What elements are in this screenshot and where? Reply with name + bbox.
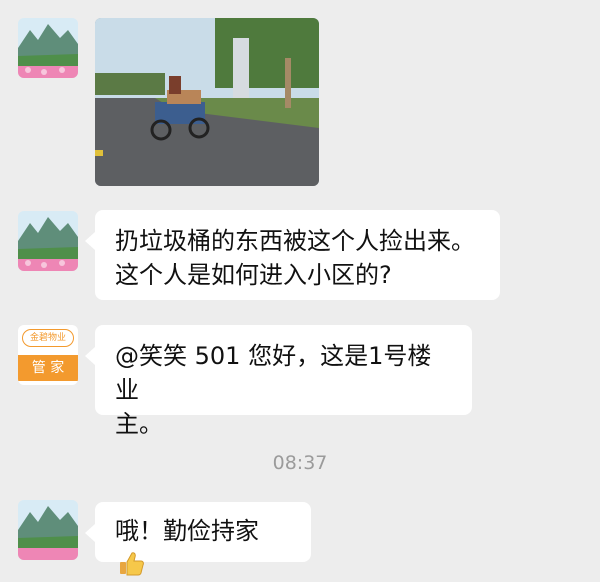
sender-avatar[interactable]	[18, 18, 78, 78]
manager-label: 管 家	[18, 355, 78, 381]
message-bubble[interactable]: 哦！勤俭持家	[85, 502, 311, 576]
message-line: 扔垃圾桶的东西被这个人捡出来。	[115, 227, 475, 255]
message-bubble[interactable]: 扔垃圾桶的东西被这个人捡出来。 这个人是如何进入小区的?	[85, 210, 500, 300]
message-bubble[interactable]: @笑笑 501 您好，这是1号楼业 主。	[85, 325, 472, 438]
landscape-avatar-image	[18, 500, 78, 560]
property-manager-avatar[interactable]: 金碧物业 管 家	[18, 325, 78, 385]
landscape-avatar-image	[18, 211, 78, 271]
shared-photo[interactable]	[95, 18, 319, 186]
message-text: 哦！勤俭持家	[115, 517, 259, 545]
sender-avatar[interactable]	[18, 500, 78, 560]
message-line: 这个人是如何进入小区的?	[115, 261, 392, 289]
sender-avatar[interactable]	[18, 211, 78, 271]
message-timestamp: 08:37	[272, 452, 328, 474]
message-line: @笑笑 501 您好，这是1号楼业	[115, 342, 432, 404]
street-tricycle-photo	[95, 18, 319, 186]
thumbs-up-icon	[120, 552, 144, 576]
landscape-avatar-image	[18, 18, 78, 78]
brand-logo: 金碧物业	[22, 329, 74, 347]
message-line: 主。	[115, 410, 163, 438]
